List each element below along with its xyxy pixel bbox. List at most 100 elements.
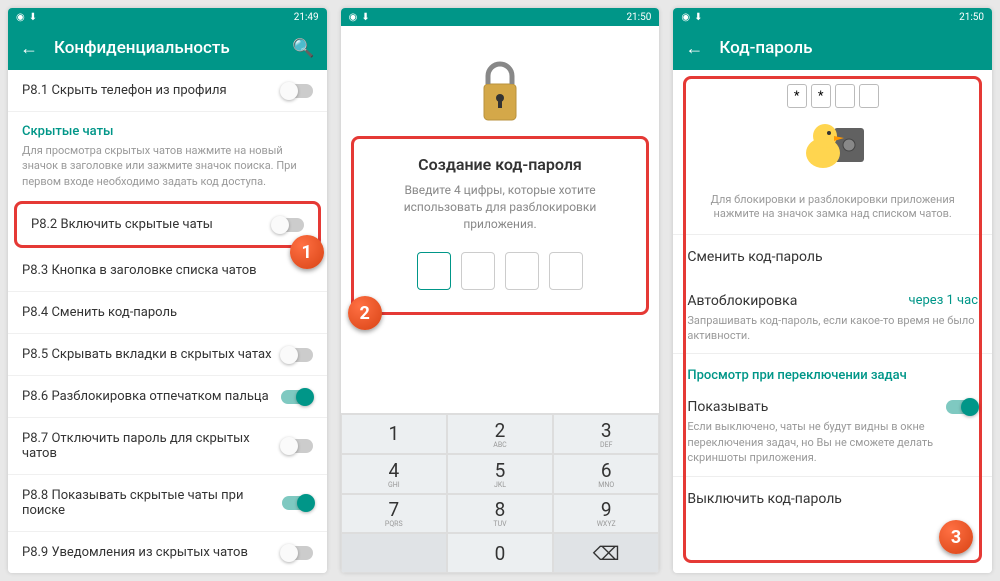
key-1[interactable]: 1: [341, 414, 447, 454]
download-icon: ⬇: [694, 12, 702, 23]
whatsapp-icon: ◉: [349, 12, 358, 23]
setting-p87[interactable]: P8.7 Отключить пароль для скрытых чатов: [8, 418, 327, 475]
setting-label: P8.3 Кнопка в заголовке списка чатов: [22, 263, 257, 278]
setting-label: P8.2 Включить скрытые чаты: [31, 217, 213, 232]
badge-2: 2: [348, 296, 382, 330]
highlight-box-2: Создание код-пароля Введите 4 цифры, кот…: [351, 136, 650, 315]
search-icon[interactable]: 🔍: [292, 38, 314, 59]
status-bar: ◉⬇ 21:50: [341, 8, 660, 26]
mini-code-display: * *: [673, 70, 992, 108]
row-label: Выключить код-пароль: [687, 491, 842, 507]
setting-p82[interactable]: P8.2 Включить скрытые чаты: [17, 204, 318, 245]
code-digit-2[interactable]: [461, 252, 495, 290]
numeric-keypad: 1 2ABC 3DEF 4GHI 5JKL 6MNO 7PQRS 8TUV 9W…: [341, 413, 660, 573]
passcode-title: Создание код-пароля: [366, 155, 635, 174]
key-9[interactable]: 9WXYZ: [553, 494, 659, 534]
phone-screen-2: ◉⬇ 21:50 Создание код-пароля Введите 4 ц…: [341, 8, 660, 573]
download-icon: ⬇: [361, 12, 369, 23]
code-digit-1[interactable]: [417, 252, 451, 290]
setting-label: P8.4 Сменить код-пароль: [22, 305, 177, 320]
setting-label: P8.9 Уведомления из скрытых чатов: [22, 545, 248, 560]
row-change-passcode[interactable]: Сменить код-пароль: [673, 235, 992, 279]
key-8[interactable]: 8TUV: [447, 494, 553, 534]
key-2[interactable]: 2ABC: [447, 414, 553, 454]
back-icon[interactable]: ←: [685, 38, 703, 59]
key-empty: [341, 533, 447, 573]
switch-p86[interactable]: [281, 390, 313, 404]
setting-p88[interactable]: P8.8 Показывать скрытые чаты при поиске: [8, 475, 327, 532]
download-icon: ⬇: [29, 12, 37, 23]
section-hidden-chats: Скрытые чаты: [8, 112, 327, 143]
page-title: Конфиденциальность: [54, 38, 276, 58]
passcode-settings: 3 * * Для блокировки и разблокировки при…: [673, 70, 992, 573]
section-hidden-desc: Для просмотра скрытых чатов нажмите на н…: [8, 143, 327, 199]
key-backspace[interactable]: ⌫: [553, 533, 659, 573]
setting-label: P8.7 Отключить пароль для скрытых чатов: [22, 431, 281, 461]
switch-p87[interactable]: [281, 439, 312, 453]
key-5[interactable]: 5JKL: [447, 454, 553, 494]
setting-label: P8.6 Разблокировка отпечатком пальца: [22, 389, 269, 404]
header: ← Код-пароль: [673, 26, 992, 70]
page-title: Код-пароль: [719, 38, 980, 58]
row-label: Показывать: [687, 399, 768, 415]
setting-p84[interactable]: P8.4 Сменить код-пароль: [8, 292, 327, 334]
badge-1: 1: [290, 235, 324, 269]
show-sub: Если выключено, чаты не будут видны в ок…: [673, 419, 992, 475]
setting-label: P8.5 Скрывать вкладки в скрытых чатах: [22, 347, 272, 362]
passcode-content: Создание код-пароля Введите 4 цифры, кот…: [341, 26, 660, 573]
code-digit-4[interactable]: [549, 252, 583, 290]
lock-description: Для блокировки и разблокировки приложени…: [673, 187, 992, 234]
status-time: 21:50: [626, 12, 651, 23]
row-disable-passcode[interactable]: Выключить код-пароль: [673, 477, 992, 521]
autolock-sub: Запрашивать код-пароль, если какое-то вр…: [673, 313, 992, 354]
passcode-desc: Введите 4 цифры, которые хотите использо…: [366, 182, 635, 232]
back-icon[interactable]: ←: [20, 38, 38, 59]
phone-screen-1: ◉ ⬇ 21:49 ← Конфиденциальность 🔍 P8.1 Скр…: [8, 8, 327, 573]
setting-label: P8.1 Скрыть телефон из профиля: [22, 83, 227, 98]
settings-content: P8.1 Скрыть телефон из профиля Скрытые ч…: [8, 70, 327, 573]
status-time: 21:50: [959, 12, 984, 23]
autolock-value: через 1 час: [909, 293, 978, 308]
key-0[interactable]: 0: [447, 533, 553, 573]
setting-p85[interactable]: P8.5 Скрывать вкладки в скрытых чатах: [8, 334, 327, 376]
key-3[interactable]: 3DEF: [553, 414, 659, 454]
mini-digit-2: *: [811, 84, 831, 108]
setting-p89[interactable]: P8.9 Уведомления из скрытых чатов: [8, 532, 327, 573]
lock-illustration-area: [341, 26, 660, 136]
key-4[interactable]: 4GHI: [341, 454, 447, 494]
code-input-boxes: [366, 252, 635, 290]
key-6[interactable]: 6MNO: [553, 454, 659, 494]
row-autolock[interactable]: Автоблокировка через 1 час: [673, 279, 992, 313]
code-digit-3[interactable]: [505, 252, 539, 290]
highlight-box-1: P8.2 Включить скрытые чаты 1: [14, 201, 321, 248]
setting-p83[interactable]: P8.3 Кнопка в заголовке списка чатов: [8, 250, 327, 292]
setting-p86[interactable]: P8.6 Разблокировка отпечатком пальца: [8, 376, 327, 418]
row-label: Автоблокировка: [687, 293, 797, 309]
setting-label: P8.8 Показывать скрытые чаты при поиске: [22, 488, 282, 518]
switch-p82[interactable]: [272, 218, 304, 232]
mini-digit-1: *: [787, 84, 807, 108]
padlock-icon: [470, 56, 530, 126]
duck-safe-icon: [798, 118, 868, 173]
section-preview: Просмотр при переключении задач: [673, 354, 992, 385]
switch-show[interactable]: [946, 400, 978, 414]
phone-screen-3: ◉ ⬇ 21:50 ← Код-пароль 3 * * Для блокиров…: [673, 8, 992, 573]
status-bar: ◉ ⬇ 21:49: [8, 8, 327, 26]
row-label: Сменить код-пароль: [687, 249, 822, 265]
switch-p89[interactable]: [281, 546, 313, 560]
switch-p88[interactable]: [282, 496, 313, 510]
status-time: 21:49: [294, 12, 319, 23]
badge-3: 3: [939, 520, 973, 554]
setting-p81[interactable]: P8.1 Скрыть телефон из профиля: [8, 70, 327, 112]
switch-p85[interactable]: [281, 348, 313, 362]
whatsapp-icon: ◉: [16, 12, 25, 23]
backspace-icon: ⌫: [593, 542, 620, 565]
header: ← Конфиденциальность 🔍: [8, 26, 327, 70]
status-bar: ◉ ⬇ 21:50: [673, 8, 992, 26]
whatsapp-icon: ◉: [681, 12, 690, 23]
key-7[interactable]: 7PQRS: [341, 494, 447, 534]
duck-illustration: [673, 108, 992, 187]
mini-digit-4: [859, 84, 879, 108]
switch-p81[interactable]: [281, 84, 313, 98]
row-show[interactable]: Показывать: [673, 385, 992, 419]
